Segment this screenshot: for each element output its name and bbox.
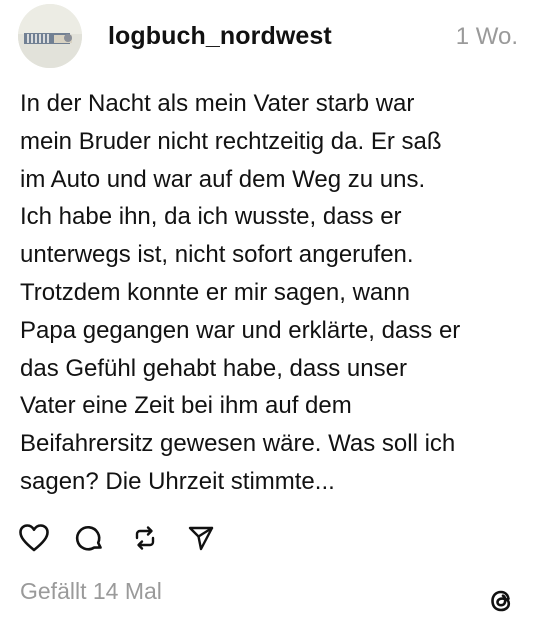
action-bar	[18, 520, 242, 556]
share-button[interactable]	[186, 520, 242, 556]
repost-button[interactable]	[130, 520, 186, 556]
like-count[interactable]: Gefällt 14 Mal	[20, 578, 162, 605]
heart-icon	[19, 524, 49, 552]
threads-logo-icon[interactable]	[486, 586, 516, 616]
repost-arrows-icon	[135, 526, 155, 550]
comment-button[interactable]	[74, 520, 130, 556]
timestamp: 1 Wo.	[455, 23, 518, 50]
like-button[interactable]	[18, 520, 74, 556]
send-paper-plane-icon	[188, 526, 214, 551]
username[interactable]: logbuch_nordwest	[108, 22, 332, 51]
comment-bubble-icon	[75, 525, 102, 551]
post-text: In der Nacht als mein Vater starb war me…	[20, 90, 461, 495]
avatar[interactable]	[18, 4, 82, 68]
